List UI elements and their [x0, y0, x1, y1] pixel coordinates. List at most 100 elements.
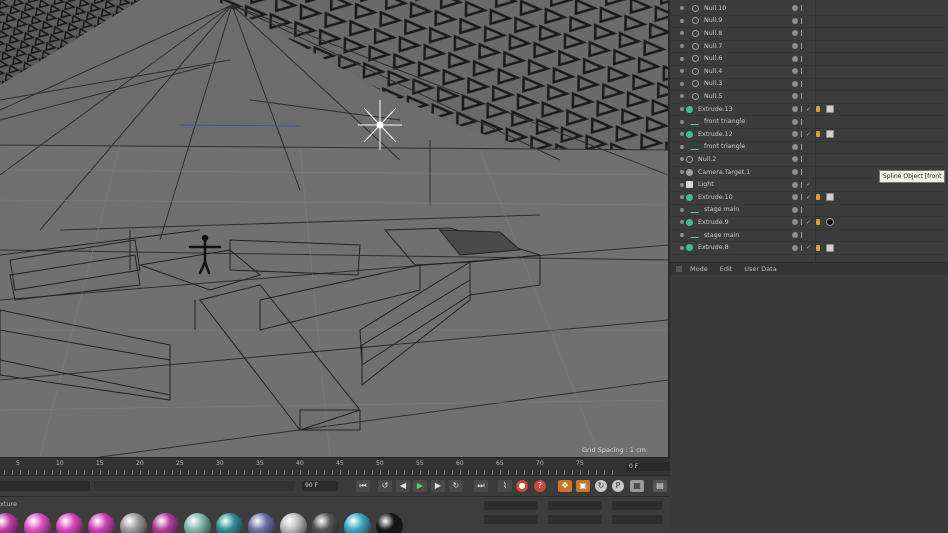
object-name[interactable]: Null.4 [704, 68, 722, 75]
enabled-check-icon[interactable]: ✓ [806, 106, 811, 113]
expand-icon[interactable] [680, 31, 684, 36]
param-key-icon[interactable]: P [612, 480, 624, 492]
enabled-check-icon[interactable]: ✓ [806, 194, 811, 201]
material-swatch[interactable] [248, 513, 275, 533]
current-frame-field[interactable]: 0 F [626, 462, 670, 471]
material-tag-icon[interactable] [826, 193, 834, 202]
material-swatch[interactable] [280, 513, 307, 533]
scale-key-icon[interactable]: ▣ [576, 480, 590, 492]
expand-icon[interactable] [680, 157, 684, 162]
material-swatch[interactable] [312, 513, 339, 533]
visibility-icon[interactable] [792, 43, 798, 50]
material-swatch[interactable] [24, 513, 51, 533]
record-icon[interactable]: ● [516, 480, 528, 492]
object-row[interactable]: stage main [670, 204, 948, 218]
visibility-icon[interactable] [792, 118, 798, 125]
prev-frame-icon[interactable]: ◀ [396, 480, 410, 492]
object-row[interactable]: Null.2 [670, 153, 948, 167]
material-swatch[interactable] [120, 513, 147, 533]
visibility-icon[interactable] [792, 30, 798, 37]
object-row[interactable]: Extrude.10 ✓ [670, 191, 948, 205]
object-row[interactable]: Null.10 [670, 2, 948, 16]
visibility-icon[interactable] [792, 5, 798, 12]
expand-icon[interactable] [680, 195, 684, 200]
texture-tag-icon[interactable] [816, 219, 820, 226]
visibility-toggle[interactable] [801, 17, 802, 24]
object-row[interactable]: front triangle [670, 115, 948, 129]
object-name[interactable]: Null.10 [704, 5, 726, 12]
object-name[interactable]: front triangle [704, 143, 745, 150]
object-row[interactable]: Extrude.8 ✓ [670, 241, 948, 255]
object-name[interactable]: Null.2 [698, 156, 716, 163]
expand-icon[interactable] [680, 6, 684, 11]
visibility-icon[interactable] [792, 143, 798, 150]
object-name[interactable]: Null.3 [704, 80, 722, 87]
object-row[interactable]: Extrude.13 ✓ [670, 103, 948, 117]
end-frame-field[interactable]: 90 F [302, 481, 338, 491]
object-name[interactable]: Camera.Target.1 [698, 169, 750, 176]
object-name[interactable]: stage main [704, 206, 739, 213]
3d-viewport[interactable]: Grid Spacing : 1 cm [0, 0, 670, 457]
visibility-icon[interactable] [792, 131, 798, 138]
visibility-toggle[interactable] [801, 131, 802, 138]
object-row[interactable]: Null.7 [670, 40, 948, 54]
expand-icon[interactable] [680, 182, 684, 187]
prev-key-icon[interactable]: ↺ [378, 480, 392, 492]
position-key-icon[interactable]: ✥ [558, 480, 572, 492]
play-icon[interactable]: ▶ [413, 480, 427, 492]
object-name[interactable]: Extrude.13 [698, 106, 733, 113]
menu-user-data[interactable]: User Data [744, 265, 776, 273]
object-row[interactable]: stage main [670, 229, 948, 243]
expand-icon[interactable] [680, 44, 684, 49]
texture-tag-icon[interactable] [816, 244, 820, 251]
visibility-toggle[interactable] [801, 118, 802, 125]
visibility-toggle[interactable] [801, 194, 802, 201]
visibility-toggle[interactable] [801, 43, 802, 50]
coord-y-field[interactable] [484, 515, 538, 524]
object-row[interactable]: Null.6 [670, 52, 948, 66]
enabled-check-icon[interactable]: ✓ [806, 181, 811, 188]
visibility-toggle[interactable] [801, 169, 802, 176]
texture-tag-icon[interactable] [816, 194, 820, 201]
visibility-toggle[interactable] [801, 106, 802, 113]
next-frame-icon[interactable]: ▶ [431, 480, 445, 492]
material-swatch[interactable] [88, 513, 115, 533]
object-name[interactable]: Extrude.8 [698, 244, 729, 251]
enabled-check-icon[interactable]: ✓ [806, 244, 811, 251]
visibility-toggle[interactable] [801, 156, 802, 163]
object-row[interactable]: Null.4 [670, 65, 948, 79]
material-tag-icon[interactable] [826, 130, 834, 139]
visibility-toggle[interactable] [801, 55, 802, 62]
object-row[interactable]: front triangle [670, 141, 948, 155]
material-swatch[interactable] [344, 513, 371, 533]
expand-icon[interactable] [680, 132, 684, 137]
visibility-icon[interactable] [792, 219, 798, 226]
material-swatch[interactable] [152, 513, 179, 533]
expand-icon[interactable] [680, 107, 684, 112]
frame-slider[interactable] [94, 481, 294, 491]
object-manager[interactable]: Null.10 Null.9 Null.8 Null.7 Null.6 Null.4 Nul… [670, 0, 948, 262]
enabled-check-icon[interactable]: ✓ [806, 131, 811, 138]
menu-edit[interactable]: Edit [720, 265, 733, 273]
visibility-toggle[interactable] [801, 80, 802, 87]
object-row[interactable]: Null.3 [670, 78, 948, 92]
coord-h-field[interactable] [612, 501, 662, 510]
coord-p-field[interactable] [612, 515, 662, 524]
expand-icon[interactable] [680, 144, 684, 149]
material-swatch[interactable] [56, 513, 83, 533]
visibility-icon[interactable] [792, 232, 798, 239]
object-name[interactable]: Extrude.10 [698, 194, 733, 201]
object-name[interactable]: Extrude.12 [698, 131, 733, 138]
pla-key-icon[interactable]: ▦ [630, 480, 644, 492]
object-name[interactable]: Null.8 [704, 30, 722, 37]
enabled-check-icon[interactable]: ✓ [806, 219, 811, 226]
expand-icon[interactable] [680, 233, 684, 238]
expand-icon[interactable] [680, 81, 684, 86]
visibility-toggle[interactable] [801, 181, 802, 188]
visibility-toggle[interactable] [801, 219, 802, 226]
grip-icon[interactable] [676, 266, 682, 272]
visibility-toggle[interactable] [801, 143, 802, 150]
material-swatch[interactable] [216, 513, 243, 533]
object-name[interactable]: Light [698, 181, 714, 188]
expand-icon[interactable] [680, 170, 684, 175]
